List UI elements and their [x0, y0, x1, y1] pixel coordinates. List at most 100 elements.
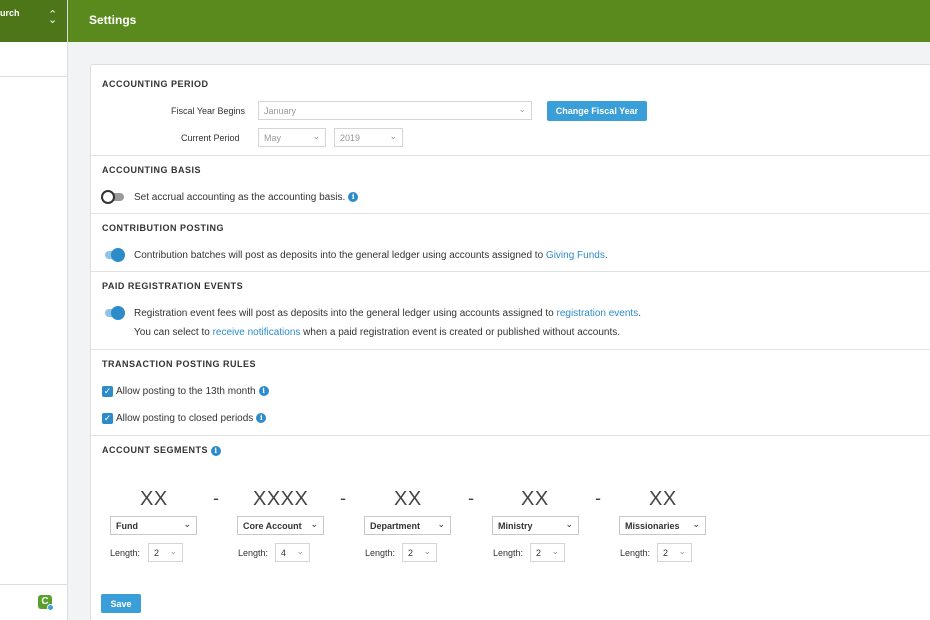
org-name: urch — [0, 8, 20, 18]
length-label: Length: — [365, 548, 396, 558]
info-icon[interactable]: i — [211, 445, 222, 456]
registration-notify-text: You can select to receive notifications … — [134, 327, 620, 338]
chevron-down-icon: ⌄ — [389, 131, 397, 141]
length-select-fund[interactable]: 2 ⌄ — [148, 543, 183, 562]
accrual-toggle-text: Set accrual accounting as the accounting… — [134, 192, 359, 203]
contribution-suffix: . — [604, 250, 608, 261]
rule-13th-month-label: Allow posting to the 13th month — [116, 386, 256, 397]
segment-dash: - — [595, 488, 601, 508]
giving-funds-link[interactable]: Giving Funds — [546, 250, 605, 261]
chevron-down-icon: ⌄ — [183, 519, 191, 529]
rule-closed-periods-label: Allow posting to closed periods — [116, 413, 254, 424]
fiscal-year-select[interactable]: January ⌄ — [258, 101, 532, 120]
length-select-ministry[interactable]: 2 ⌄ — [530, 543, 565, 562]
posting-rules-title: TRANSACTION POSTING RULES — [102, 359, 257, 369]
length-label: Length: — [493, 548, 524, 558]
registration-posting-text: Registration event fees will post as dep… — [134, 308, 641, 319]
period-month-select[interactable]: May ⌄ — [258, 128, 326, 147]
notify-prefix: You can select to — [134, 327, 213, 338]
chevron-down-icon: ⌄ — [169, 546, 177, 556]
chevron-down-icon: ⌄ — [692, 519, 700, 529]
save-button[interactable]: Save — [101, 594, 141, 613]
segment-mask: XX — [394, 488, 422, 510]
chevron-down-icon: ⌄ — [565, 519, 573, 529]
segment-select-ministry[interactable]: Ministry ⌄ — [492, 516, 579, 535]
checkbox-closed-periods[interactable]: ✓ — [102, 413, 113, 424]
org-switcher[interactable]: urch ⌃ ⌄ — [0, 0, 67, 42]
segment-mask: XX — [649, 488, 677, 510]
checkbox-13th-month[interactable]: ✓ — [102, 386, 113, 397]
contribution-posting-text: Contribution batches will post as deposi… — [134, 250, 608, 261]
sidebar: urch ⌃ ⌄ C — [0, 0, 68, 620]
rule-13th-month: Allow posting to the 13th month i — [116, 386, 269, 397]
accrual-toggle[interactable] — [101, 190, 125, 204]
length-select-core-account[interactable]: 4 ⌄ — [275, 543, 310, 562]
length-value: 2 — [536, 548, 542, 558]
segment-dash: - — [213, 488, 219, 508]
fiscal-year-label: Fiscal Year Begins — [171, 106, 246, 116]
segment-select-department[interactable]: Department ⌄ — [364, 516, 451, 535]
current-period-label: Current Period — [181, 133, 240, 143]
paid-registration-title: PAID REGISTRATION EVENTS — [102, 281, 244, 291]
account-segments-title: ACCOUNT SEGMENTS i — [102, 445, 222, 456]
segment-dash: - — [468, 488, 474, 508]
segment-select-fund[interactable]: Fund ⌄ — [110, 516, 197, 535]
chevron-up-down-icon: ⌃ ⌄ — [48, 9, 58, 26]
contribution-text: Contribution batches will post as deposi… — [134, 250, 546, 261]
segment-select-missionaries[interactable]: Missionaries ⌄ — [619, 516, 706, 535]
segment-mask: XX — [521, 488, 549, 510]
chevron-down-icon: ⌄ — [518, 104, 526, 114]
sidebar-footer: C — [0, 584, 68, 620]
divider — [91, 349, 930, 350]
length-value: 2 — [154, 548, 160, 558]
length-value: 2 — [663, 548, 669, 558]
chevron-down-icon: ⌄ — [678, 546, 686, 556]
registration-suffix: . — [638, 308, 641, 319]
top-bar: Settings — [68, 0, 930, 42]
length-value: 4 — [281, 548, 287, 558]
chevron-down-icon: ⌄ — [423, 546, 431, 556]
chevron-down-icon: ⌄ — [310, 519, 318, 529]
info-icon[interactable]: i — [348, 192, 359, 203]
settings-card: ACCOUNTING PERIOD Fiscal Year Begins Jan… — [90, 64, 930, 620]
segment-name: Ministry — [498, 521, 533, 531]
registration-posting-toggle[interactable] — [101, 306, 125, 320]
divider — [91, 213, 930, 214]
info-icon[interactable]: i — [258, 386, 269, 397]
divider — [91, 271, 930, 272]
length-label: Length: — [238, 548, 269, 558]
rule-closed-periods: Allow posting to closed periods i — [116, 413, 267, 424]
segment-select-core-account[interactable]: Core Account ⌄ — [237, 516, 324, 535]
chevron-down-icon: ⌄ — [437, 519, 445, 529]
account-segments-label: ACCOUNT SEGMENTS — [102, 445, 209, 455]
segment-name: Missionaries — [625, 521, 680, 531]
chevron-down-icon: ⌄ — [312, 131, 320, 141]
accrual-label: Set accrual accounting as the accounting… — [134, 192, 346, 203]
notify-suffix: when a paid registration event is create… — [300, 327, 621, 338]
registration-events-link[interactable]: registration events — [556, 308, 638, 319]
length-select-department[interactable]: 2 ⌄ — [402, 543, 437, 562]
period-year-select[interactable]: 2019 ⌄ — [334, 128, 403, 147]
change-fiscal-year-button[interactable]: Change Fiscal Year — [547, 101, 647, 121]
segment-name: Department — [370, 521, 421, 531]
chevron-down-icon: ⌄ — [551, 546, 559, 556]
registration-text: Registration event fees will post as dep… — [134, 308, 557, 319]
period-month-value: May — [264, 133, 282, 143]
segment-name: Fund — [116, 521, 138, 531]
receive-notifications-link[interactable]: receive notifications — [213, 327, 301, 338]
contribution-posting-title: CONTRIBUTION POSTING — [102, 223, 224, 233]
sidebar-search-area[interactable] — [0, 42, 67, 77]
length-label: Length: — [110, 548, 141, 558]
length-value: 2 — [408, 548, 414, 558]
segment-dash: - — [340, 488, 346, 508]
info-icon[interactable]: i — [256, 413, 267, 424]
contribution-posting-toggle[interactable] — [101, 248, 125, 262]
page-title: Settings — [89, 13, 137, 27]
segment-name: Core Account — [243, 521, 302, 531]
length-label: Length: — [620, 548, 651, 558]
accounting-period-title: ACCOUNTING PERIOD — [102, 79, 209, 89]
period-year-value: 2019 — [340, 133, 361, 143]
length-select-missionaries[interactable]: 2 ⌄ — [657, 543, 692, 562]
accounting-basis-title: ACCOUNTING BASIS — [102, 165, 202, 175]
chevron-down-icon: ⌄ — [296, 546, 304, 556]
